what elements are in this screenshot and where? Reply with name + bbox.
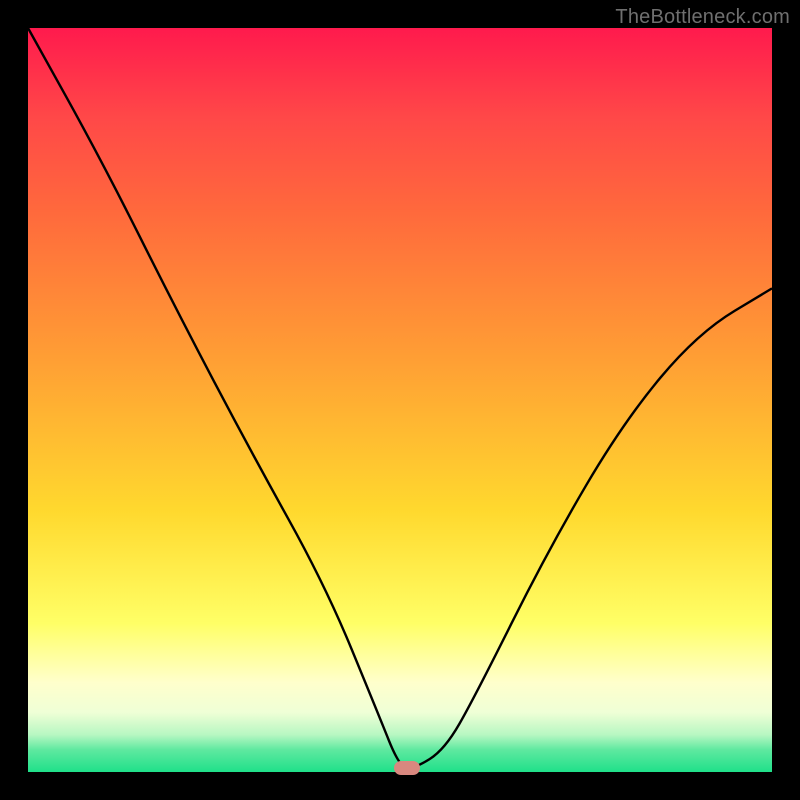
- plot-area: [28, 28, 772, 772]
- optimal-marker: [394, 761, 420, 775]
- curve-path: [28, 28, 772, 768]
- watermark-text: TheBottleneck.com: [615, 6, 790, 29]
- bottleneck-curve: [28, 28, 772, 772]
- chart-frame: TheBottleneck.com: [0, 0, 800, 800]
